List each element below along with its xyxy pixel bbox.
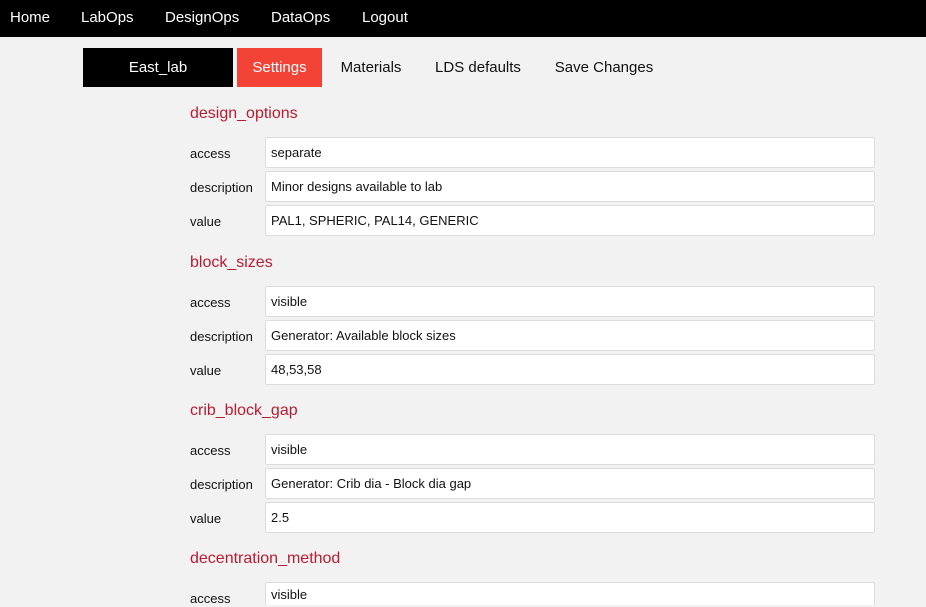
- design-options-description-input[interactable]: [265, 171, 875, 202]
- field-label: description: [190, 180, 253, 195]
- block-sizes-description-input[interactable]: [265, 320, 875, 351]
- settings-form: design_options access description value …: [0, 0, 926, 606]
- decentration-method-access-input[interactable]: [265, 582, 875, 605]
- field-label: value: [190, 511, 222, 526]
- crib-block-gap-value-input[interactable]: [265, 502, 875, 533]
- crib-block-gap-access-input[interactable]: [265, 434, 875, 465]
- section-title-crib-block-gap: crib_block_gap: [190, 402, 298, 419]
- crib-block-gap-description-input[interactable]: [265, 468, 875, 499]
- block-sizes-value-input[interactable]: [265, 354, 875, 385]
- field-label: description: [190, 477, 253, 492]
- field-label: access: [190, 295, 231, 310]
- section-title-block-sizes: block_sizes: [190, 254, 273, 271]
- field-label: access: [190, 443, 231, 458]
- field-label: value: [190, 214, 222, 229]
- field-label: description: [190, 329, 253, 344]
- design-options-value-input[interactable]: [265, 205, 875, 236]
- section-title-decentration-method: decentration_method: [190, 550, 341, 567]
- field-label: access: [190, 146, 231, 161]
- field-label: value: [190, 363, 222, 378]
- design-options-access-input[interactable]: [265, 137, 875, 168]
- section-title-design-options: design_options: [190, 105, 298, 122]
- block-sizes-access-input[interactable]: [265, 286, 875, 317]
